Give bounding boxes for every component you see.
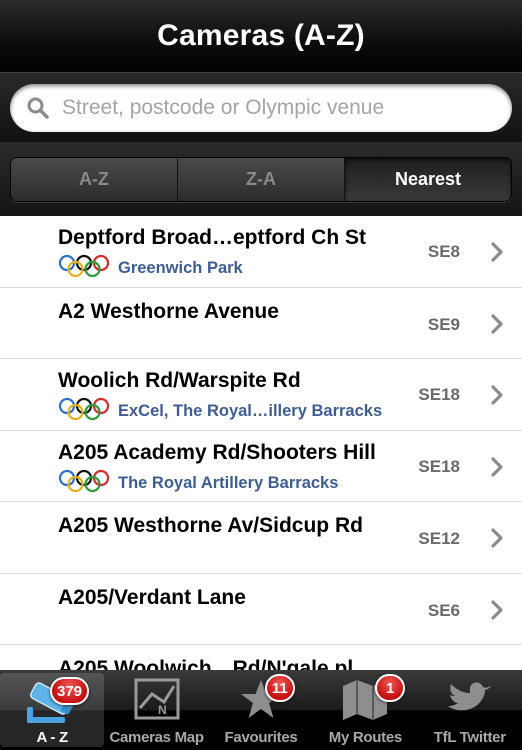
sort-segmented-control: A-Z Z-A Nearest: [10, 157, 512, 202]
list-item[interactable]: A205 Westhorne Av/Sidcup Rd SE12: [0, 502, 522, 574]
list-item[interactable]: A205/Verdant Lane SE6: [0, 573, 522, 645]
search-bar: [0, 72, 522, 142]
search-icon: [27, 97, 49, 119]
search-input[interactable]: [62, 96, 482, 120]
postcode-label: SE9: [427, 314, 460, 334]
sort-tab-nearest[interactable]: Nearest: [345, 158, 511, 201]
search-field[interactable]: [10, 84, 512, 132]
map-icon: N: [134, 678, 180, 727]
tab-label: Cameras Map: [109, 729, 204, 746]
postcode-label: SE8: [427, 242, 460, 261]
tab-label: Favourites: [224, 729, 298, 746]
tab-bar: 379 A - Z N Cameras Map 11 Favourites 1 …: [0, 670, 522, 750]
venue-row: ExCel, The Royal…illery Barracks: [58, 397, 382, 426]
tab-badge: 379: [50, 677, 90, 705]
chevron-right-icon: [490, 241, 504, 268]
chevron-right-icon: [490, 599, 504, 626]
venue-row: The Royal Artillery Barracks: [58, 469, 338, 498]
camera-name: A205 Academy Rd/Shooters Hill: [58, 440, 376, 464]
svg-text:N: N: [158, 703, 167, 717]
olympic-rings-icon: [58, 469, 110, 498]
sort-tab-z-a[interactable]: Z-A: [178, 158, 345, 201]
postcode-label: SE12: [418, 529, 460, 548]
camera-name: A205 Woolwich…Rd/N'gale pl: [58, 657, 354, 670]
sort-tab-a-z[interactable]: A-Z: [11, 158, 178, 201]
list-item[interactable]: A2 Westhorne Avenue SE9: [0, 287, 522, 359]
chevron-right-icon: [490, 527, 504, 554]
camera-name: A205/Verdant Lane: [58, 585, 246, 609]
venue-label: ExCel, The Royal…illery Barracks: [118, 402, 383, 420]
list-item[interactable]: Deptford Broad…eptford Ch St Greenwich P…: [0, 216, 522, 288]
tab-my-routes[interactable]: 1 My Routes: [313, 670, 417, 750]
tab-label: TfL Twitter: [433, 729, 506, 746]
venue-label: Greenwich Park: [118, 259, 243, 277]
tab-a-z[interactable]: 379 A - Z: [0, 673, 105, 747]
olympic-rings-icon: [58, 397, 110, 426]
tab-tfl-twitter[interactable]: TfL Twitter: [418, 670, 522, 750]
camera-name: A205 Westhorne Av/Sidcup Rd: [58, 514, 363, 537]
page-title: Cameras (A-Z): [157, 19, 365, 52]
postcode-label: SE6: [427, 600, 460, 620]
tab-label: My Routes: [328, 729, 402, 746]
venue-label: The Royal Artillery Barracks: [118, 473, 339, 492]
venue-row: Greenwich Park: [58, 254, 243, 283]
list-item[interactable]: A205 Woolwich…Rd/N'gale pl: [0, 645, 522, 670]
tab-badge: 11: [264, 674, 295, 702]
nav-bar: Cameras (A-Z): [0, 0, 522, 72]
list-item[interactable]: A205 Academy Rd/Shooters Hill The Royal …: [0, 430, 522, 502]
camera-name: Deptford Broad…eptford Ch St: [58, 226, 366, 249]
sort-bar: A-Z Z-A Nearest: [0, 142, 522, 216]
chevron-right-icon: [490, 313, 504, 340]
twitter-bird-icon: [447, 678, 493, 723]
chevron-right-icon: [490, 384, 504, 411]
tab-cameras-map[interactable]: N Cameras Map: [104, 670, 208, 750]
camera-list[interactable]: Deptford Broad…eptford Ch St Greenwich P…: [0, 216, 522, 670]
olympic-rings-icon: [58, 254, 110, 283]
camera-name: Woolich Rd/Warspite Rd: [58, 369, 301, 392]
tab-favourites[interactable]: 11 Favourites: [209, 670, 313, 750]
postcode-label: SE18: [418, 456, 460, 476]
tab-badge: 1: [375, 674, 406, 702]
list-item[interactable]: Woolich Rd/Warspite Rd ExCel, The Royal……: [0, 359, 522, 431]
camera-name: A2 Westhorne Avenue: [58, 299, 279, 323]
chevron-right-icon: [490, 456, 504, 483]
postcode-label: SE18: [418, 385, 460, 404]
